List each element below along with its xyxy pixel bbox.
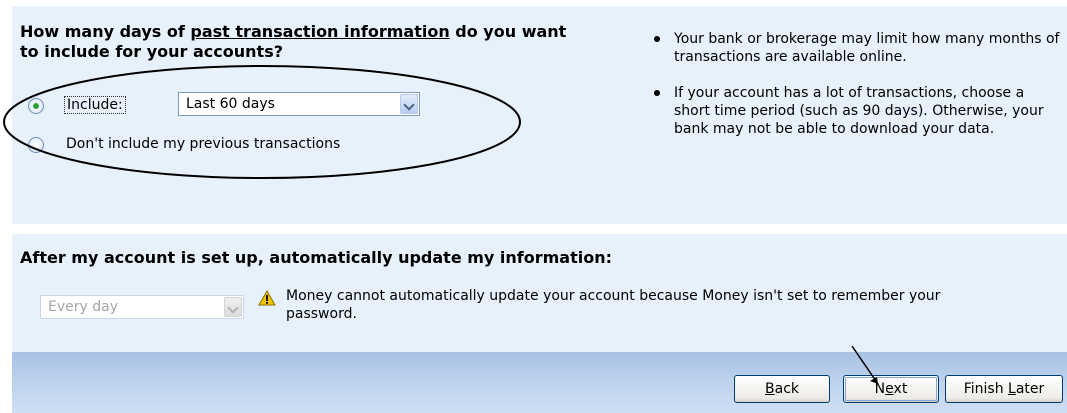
pointer-arrow-line [851, 345, 879, 385]
annotation-overlay [3, 65, 879, 385]
highlight-ellipse [3, 65, 521, 179]
